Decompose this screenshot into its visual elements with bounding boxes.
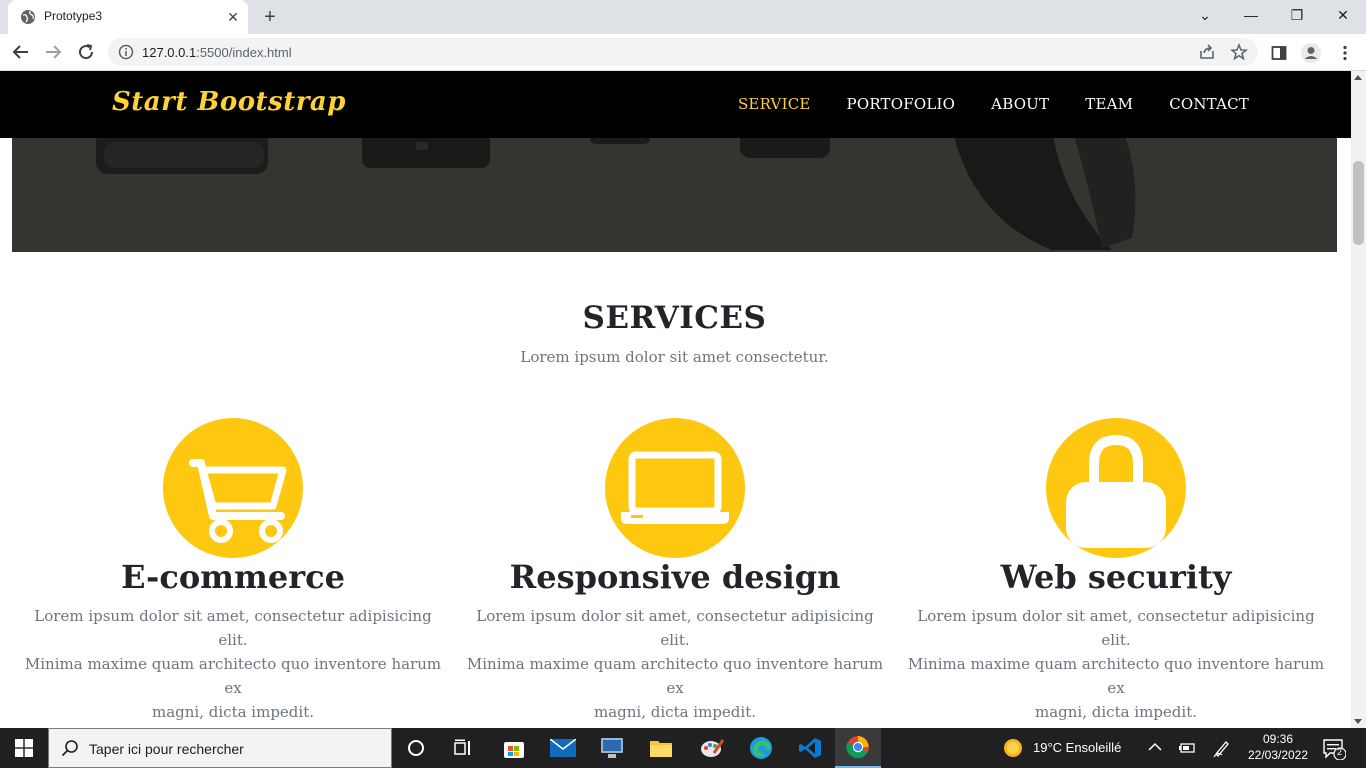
vscode-icon[interactable] [787,728,833,768]
nav-link-about[interactable]: ABOUT [991,95,1049,113]
pen-workspace-icon[interactable] [1212,738,1232,758]
menu-kebab-icon[interactable] [1334,42,1356,64]
scroll-up-arrow-icon[interactable] [1354,75,1362,80]
service-description: Lorem ipsum dolor sit amet, consectetur … [24,607,442,721]
nav-link-team[interactable]: TEAM [1085,95,1133,113]
weather-text[interactable]: 19°C Ensoleillé [1033,740,1121,755]
nav-links: SERVICE PORTOFOLIO ABOUT TEAM CONTACT [738,95,1249,113]
tab-title: Prototype3 [44,9,103,23]
page-viewport: Start Bootstrap SERVICE PORTOFOLIO ABOUT… [0,71,1366,728]
restore-icon[interactable]: ❐ [1274,0,1320,30]
url-text[interactable]: 127.0.0.1:5500/index.html [142,45,292,60]
browser-toolbar: 127.0.0.1:5500/index.html [0,34,1366,71]
clock[interactable]: 09:36 22/03/2022 [1246,731,1310,763]
windows-start-icon[interactable] [0,728,48,768]
service-description: Lorem ipsum dolor sit amet, consectetur … [466,607,884,721]
windows-taskbar: Taper ici pour rechercher 19°C Ensoleill… [0,728,1366,768]
browser-tab[interactable]: Prototype3 ✕ [8,0,248,34]
service-description: Lorem ipsum dolor sit amet, consectetur … [907,607,1325,721]
info-icon[interactable] [118,44,134,60]
section-subtitle: Lorem ipsum dolor sit amet consectetur. [520,348,829,366]
site-navbar: Start Bootstrap SERVICE PORTOFOLIO ABOUT… [0,71,1351,138]
task-view-icon[interactable] [440,728,486,768]
browser-tab-bar: Prototype3 ✕ + ⌄ — ❐ ✕ [0,0,1366,34]
clock-date: 22/03/2022 [1247,748,1309,762]
mail-icon[interactable] [540,728,586,768]
notification-count: 2 [1337,747,1343,757]
section-title: SERVICES [582,300,767,336]
profile-avatar-icon[interactable] [1300,42,1322,64]
scroll-thumb[interactable] [1353,161,1364,245]
tab-search-icon[interactable]: ⌄ [1182,0,1228,30]
bookmark-star-icon[interactable] [1230,43,1248,61]
battery-icon[interactable] [1178,741,1196,755]
services-section: SERVICES Lorem ipsum dolor sit amet cons… [0,252,1351,728]
nav-link-contact[interactable]: CONTACT [1169,95,1249,113]
new-tab-icon[interactable]: + [258,5,282,29]
cortana-icon[interactable] [393,728,439,768]
address-bar[interactable]: 127.0.0.1:5500/index.html [108,38,1258,66]
service-title: E-commerce [121,558,345,596]
lock-icon [1046,418,1186,558]
globe-icon [21,10,35,24]
page-scrollbar[interactable] [1351,71,1366,728]
taskbar-search-input[interactable]: Taper ici pour rechercher [48,728,392,768]
paint-icon[interactable] [689,728,735,768]
service-title: Web security [1000,558,1232,596]
tab-close-icon[interactable]: ✕ [224,8,242,26]
service-title: Responsive design [509,558,841,596]
minimize-icon[interactable]: — [1228,0,1274,30]
file-explorer-icon[interactable] [638,728,684,768]
nav-link-portofolio[interactable]: PORTOFOLIO [847,95,956,113]
scroll-down-arrow-icon[interactable] [1354,719,1362,724]
laptop-icon [605,418,745,558]
clock-time: 09:36 [1262,732,1294,746]
brand-logo[interactable]: Start Bootstrap [112,87,346,117]
search-placeholder: Taper ici pour rechercher [89,741,244,757]
reload-icon[interactable] [73,39,99,65]
close-window-icon[interactable]: ✕ [1320,0,1366,30]
hero-photo [12,138,1337,252]
share-icon[interactable] [1198,43,1216,61]
notification-center-icon[interactable]: 2 [1322,738,1346,760]
search-icon [61,740,78,757]
microsoft-store-icon[interactable] [491,728,537,768]
nav-link-service[interactable]: SERVICE [738,95,811,113]
remote-desktop-icon[interactable] [589,728,635,768]
back-icon[interactable] [8,39,34,65]
side-panel-icon[interactable] [1268,42,1290,64]
sun-weather-icon[interactable] [1003,738,1023,758]
forward-icon[interactable] [40,39,66,65]
tray-chevron-up-icon[interactable] [1148,742,1162,752]
shopping-cart-icon [163,418,303,558]
chrome-icon[interactable] [835,728,881,768]
edge-browser-icon[interactable] [738,728,784,768]
hero-image [12,138,1337,252]
